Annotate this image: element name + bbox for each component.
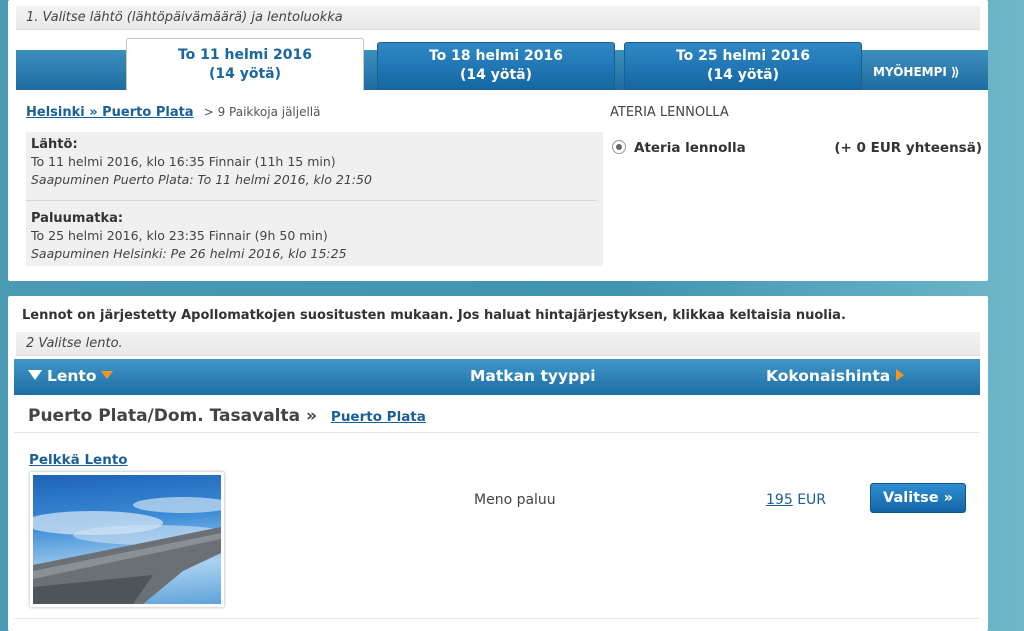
- route-link[interactable]: Helsinki » Puerto Plata: [26, 105, 194, 120]
- date-tab-nights: (14 yötä): [706, 67, 780, 83]
- outbound-segment: Lähtö: To 11 helmi 2016, klo 16:35 Finna…: [31, 137, 372, 189]
- date-tab-date: To 25 helmi 2016: [675, 48, 811, 64]
- outbound-title: Lähtö:: [31, 137, 78, 152]
- route-line: Helsinki » Puerto Plata > 9 Paikkoja jäl…: [26, 105, 321, 120]
- airplane-wing-image: [30, 472, 224, 607]
- date-tab-feb25[interactable]: To 25 helmi 2016 (14 yötä): [624, 42, 862, 90]
- return-segment: Paluumatka: To 25 helmi 2016, klo 23:35 …: [31, 211, 347, 263]
- outbound-arrival: Saapuminen Puerto Plata: To 11 helmi 201…: [31, 172, 372, 187]
- meal-heading: ATERIA LENNOLLA: [610, 105, 729, 120]
- date-tab-feb18[interactable]: To 18 helmi 2016 (14 yötä): [377, 42, 615, 90]
- destination-name: Puerto Plata/Dom. Tasavalta »: [28, 406, 317, 426]
- departure-panel: 1. Valitse lähtö (lähtöpäivämäärä) ja le…: [8, 0, 988, 281]
- date-tab-nights: (14 yötä): [208, 66, 282, 82]
- offer-price: 195 EUR: [766, 492, 826, 508]
- divider: [14, 618, 980, 619]
- date-tab-date: To 11 helmi 2016: [177, 47, 313, 63]
- price-currency: EUR: [797, 492, 827, 508]
- date-tab-nights: (14 yötä): [459, 67, 533, 83]
- sort-total-price[interactable]: Kokonaishinta: [766, 367, 905, 385]
- sort-arrow-icon[interactable]: [101, 371, 114, 379]
- meal-price: (+ 0 EUR yhteensä): [834, 140, 982, 156]
- flight-list-panel: Lennot on järjestetty Apollomatkojen suo…: [8, 296, 988, 631]
- flight-list-header: Lento Matkan tyyppi Kokonaishinta: [14, 359, 980, 395]
- triangle-down-icon: [28, 370, 42, 380]
- sort-flight-label: Lento: [47, 367, 97, 385]
- step1-header: 1. Valitse lähtö (lähtöpäivämäärä) ja le…: [16, 6, 980, 30]
- meal-option[interactable]: Ateria lennolla (+ 0 EUR yhteensä): [612, 140, 982, 156]
- meal-radio-icon[interactable]: [612, 140, 626, 154]
- sort-price-label: Kokonaishinta: [766, 367, 891, 385]
- trip-type-header: Matkan tyyppi: [470, 367, 596, 385]
- destination-title: Puerto Plata/Dom. Tasavalta » Puerto Pla…: [28, 406, 426, 426]
- price-link[interactable]: 195: [766, 492, 793, 508]
- trip-type-value: Meno paluu: [474, 492, 556, 508]
- step2-header: 2 Valitse lento.: [16, 332, 980, 356]
- date-tab-date: To 18 helmi 2016: [428, 48, 564, 64]
- return-title: Paluumatka:: [31, 211, 124, 226]
- flight-details: Lähtö: To 11 helmi 2016, klo 16:35 Finna…: [26, 132, 603, 266]
- divider: [14, 432, 980, 433]
- later-dates-link[interactable]: MYÖHEMPI ⟫: [873, 65, 960, 79]
- destination-link[interactable]: Puerto Plata: [331, 409, 426, 425]
- offer-name-link[interactable]: Pelkkä Lento: [29, 452, 128, 468]
- seats-remaining: > 9 Paikkoja jäljellä: [203, 105, 321, 119]
- sort-arrow-icon[interactable]: [896, 369, 905, 381]
- return-line: To 25 helmi 2016, klo 23:35 Finnair (9h …: [31, 228, 328, 243]
- date-tab-feb11[interactable]: To 11 helmi 2016 (14 yötä): [126, 38, 364, 91]
- select-button[interactable]: Valitse »: [870, 483, 966, 513]
- sort-flight[interactable]: Lento: [28, 367, 114, 385]
- outbound-line: To 11 helmi 2016, klo 16:35 Finnair (11h…: [31, 154, 336, 169]
- segment-divider: [26, 200, 597, 201]
- sorting-info: Lennot on järjestetty Apollomatkojen suo…: [22, 308, 846, 323]
- return-arrival: Saapuminen Helsinki: Pe 26 helmi 2016, k…: [31, 246, 347, 261]
- meal-option-label: Ateria lennolla: [634, 140, 746, 156]
